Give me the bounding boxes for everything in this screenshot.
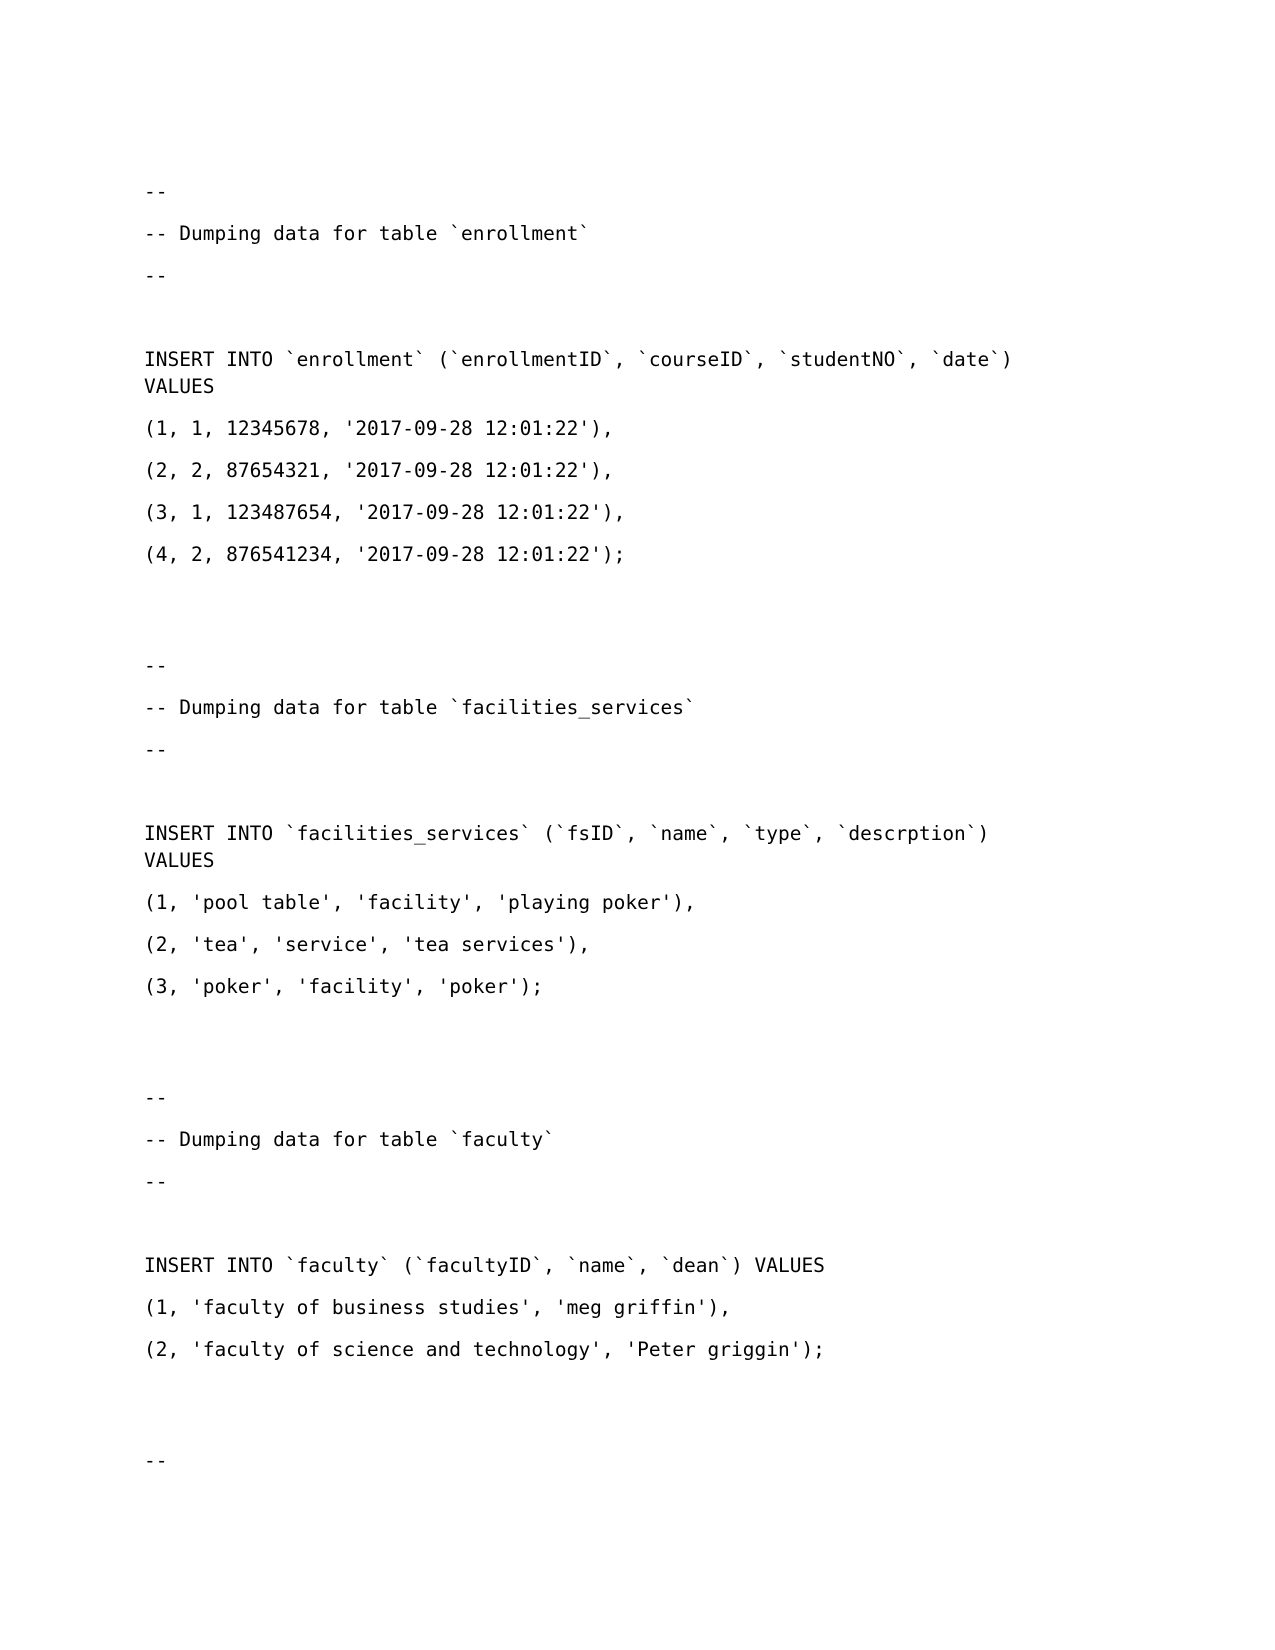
insert-statement-faculty: INSERT INTO `faculty` (`facultyID`, `nam… <box>144 1254 825 1277</box>
value-row: (2, 2, 87654321, '2017-09-28 12:01:22'), <box>144 459 614 482</box>
comment-line: -- <box>144 1086 168 1109</box>
section-heading-facilities-services: -- Dumping data for table `facilities_se… <box>144 696 696 719</box>
value-row: (1, 'pool table', 'facility', 'playing p… <box>144 891 696 914</box>
insert-statement-enrollment: INSERT INTO `enrollment` (`enrollmentID`… <box>144 348 1025 398</box>
value-row: (1, 'faculty of business studies', 'meg … <box>144 1296 731 1319</box>
comment-line: -- <box>144 1449 168 1472</box>
comment-line: -- <box>144 264 168 287</box>
value-row: (4, 2, 876541234, '2017-09-28 12:01:22')… <box>144 543 626 566</box>
document-page: -- -- Dumping data for table `enrollment… <box>0 0 1275 1650</box>
comment-line: -- <box>144 738 168 761</box>
value-row: (3, 'poker', 'facility', 'poker'); <box>144 975 544 998</box>
section-heading-enrollment: -- Dumping data for table `enrollment` <box>144 222 591 245</box>
comment-line: -- <box>144 654 168 677</box>
section-heading-faculty: -- Dumping data for table `faculty` <box>144 1128 555 1151</box>
value-row: (2, 'tea', 'service', 'tea services'), <box>144 933 591 956</box>
sql-dump-body: -- -- Dumping data for table `enrollment… <box>144 178 1024 1474</box>
value-row: (3, 1, 123487654, '2017-09-28 12:01:22')… <box>144 501 626 524</box>
insert-statement-facilities-services: INSERT INTO `facilities_services` (`fsID… <box>144 822 1002 872</box>
comment-line: -- <box>144 1170 168 1193</box>
value-row: (1, 1, 12345678, '2017-09-28 12:01:22'), <box>144 417 614 440</box>
value-row: (2, 'faculty of science and technology',… <box>144 1338 825 1361</box>
comment-line: -- <box>144 180 168 203</box>
